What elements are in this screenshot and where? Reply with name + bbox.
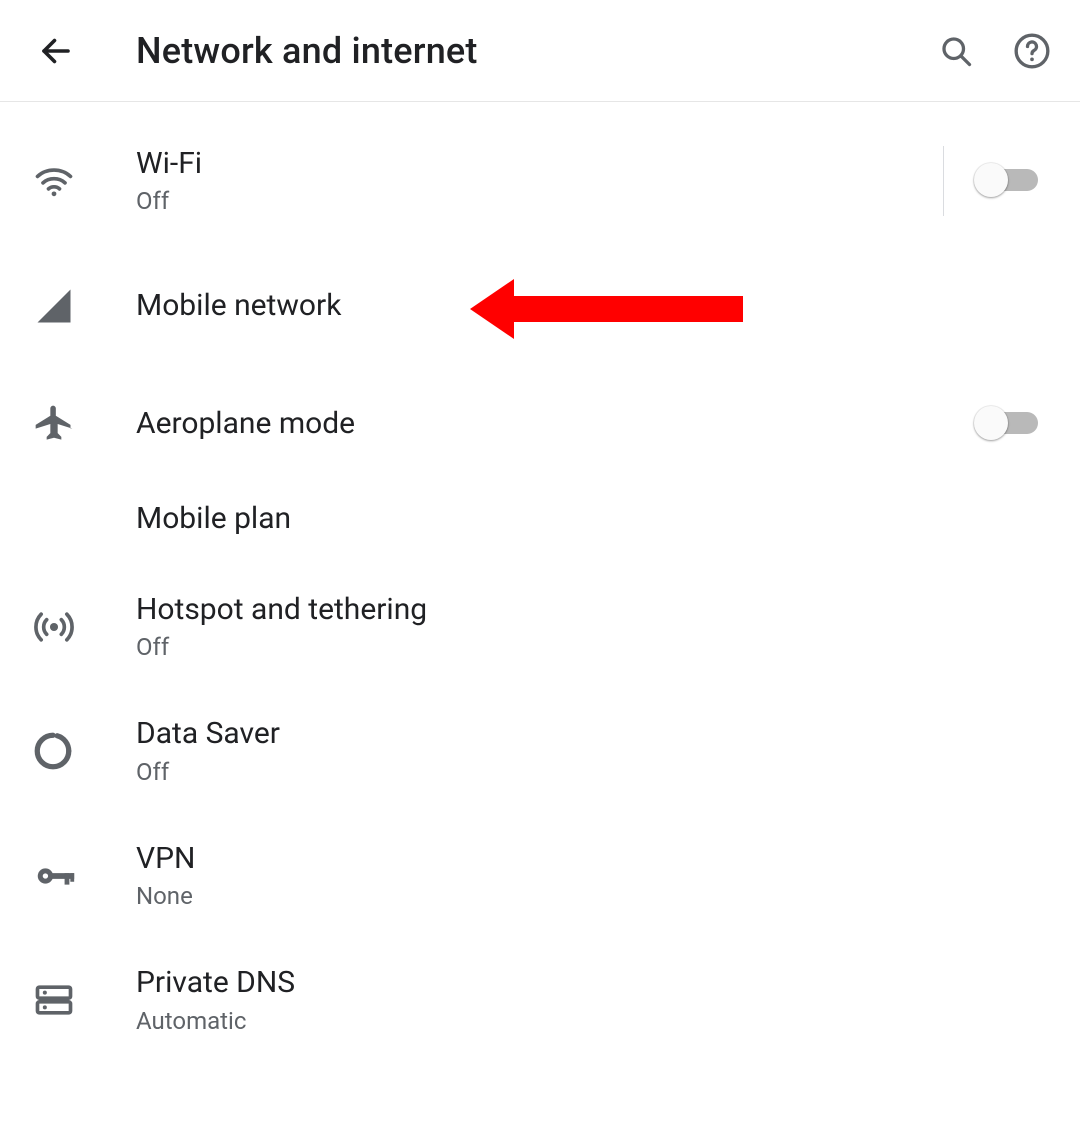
row-data-saver-sub: Off — [136, 758, 916, 786]
annotation-arrow — [470, 279, 743, 339]
row-data-saver-text: Data Saver Off — [136, 717, 916, 786]
row-aeroplane-right — [916, 412, 1056, 436]
help-button[interactable] — [1008, 27, 1056, 75]
row-data-saver-label: Data Saver — [136, 717, 916, 752]
vpn-key-icon — [24, 853, 136, 899]
row-hotspot-label: Hotspot and tethering — [136, 593, 916, 628]
page-title: Network and internet — [136, 30, 932, 72]
search-icon — [938, 33, 974, 69]
arrow-left-icon — [38, 33, 74, 69]
dns-icon — [24, 978, 136, 1022]
row-vpn-label: VPN — [136, 842, 916, 877]
row-wifi-sub: Off — [136, 187, 916, 215]
row-private-dns-text: Private DNS Automatic — [136, 966, 916, 1035]
row-mobile-plan-label: Mobile plan — [136, 502, 916, 537]
row-vpn[interactable]: VPN None — [0, 814, 1080, 939]
row-mobile-plan-text: Mobile plan — [136, 502, 916, 537]
aeroplane-toggle[interactable] — [978, 412, 1038, 436]
row-private-dns-sub: Automatic — [136, 1007, 916, 1035]
app-bar: Network and internet — [0, 0, 1080, 102]
airplane-icon — [24, 402, 136, 446]
row-aeroplane-mode[interactable]: Aeroplane mode — [0, 374, 1080, 474]
row-private-dns[interactable]: Private DNS Automatic — [0, 938, 1080, 1063]
row-vpn-text: VPN None — [136, 842, 916, 911]
settings-list: Wi-Fi Off Mobile network — [0, 102, 1080, 1063]
row-mobile-plan[interactable]: Mobile plan — [0, 474, 1080, 565]
app-bar-actions — [932, 27, 1056, 75]
wifi-toggle[interactable] — [978, 169, 1038, 193]
help-icon — [1012, 31, 1052, 71]
wifi-icon — [24, 159, 136, 203]
arrow-shaft-icon — [513, 296, 743, 322]
row-wifi[interactable]: Wi-Fi Off — [0, 118, 1080, 244]
row-aeroplane-label: Aeroplane mode — [136, 407, 916, 442]
row-wifi-right — [916, 146, 1056, 216]
row-hotspot-sub: Off — [136, 633, 916, 661]
row-wifi-text: Wi-Fi Off — [136, 147, 916, 216]
row-wifi-label: Wi-Fi — [136, 147, 916, 182]
hotspot-icon — [24, 605, 136, 649]
row-vpn-sub: None — [136, 882, 916, 910]
search-button[interactable] — [932, 27, 980, 75]
toggle-divider — [943, 146, 944, 216]
row-hotspot[interactable]: Hotspot and tethering Off — [0, 565, 1080, 690]
row-mobile-network[interactable]: Mobile network — [0, 244, 1080, 374]
back-button[interactable] — [32, 27, 80, 75]
row-private-dns-label: Private DNS — [136, 966, 916, 1001]
data-saver-icon — [24, 730, 136, 772]
cellular-icon — [24, 284, 136, 328]
row-aeroplane-text: Aeroplane mode — [136, 407, 916, 442]
arrow-left-head-icon — [470, 279, 514, 339]
row-hotspot-text: Hotspot and tethering Off — [136, 593, 916, 662]
row-data-saver[interactable]: Data Saver Off — [0, 689, 1080, 814]
